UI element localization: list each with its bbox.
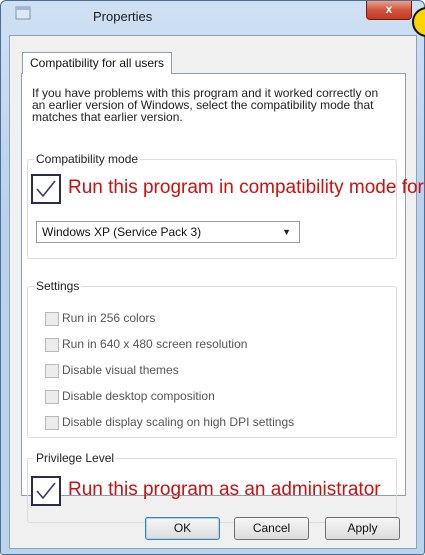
intro-text: If you have problems with this program a… (32, 86, 379, 124)
checkmark-icon (36, 180, 56, 198)
dialog-client: Compatibility for all users If you have … (9, 35, 425, 549)
compatibility-mode-group: Compatibility mode Run this program in c… (27, 152, 425, 259)
apply-button[interactable]: Apply (325, 517, 400, 540)
cancel-button[interactable]: Cancel (234, 517, 309, 540)
checkbox[interactable] (45, 312, 59, 326)
ok-button[interactable]: OK (145, 517, 220, 540)
run-as-admin-label[interactable]: Run this program as an administrator (68, 479, 381, 501)
compatibility-mode-label: Compatibility mode (34, 152, 141, 166)
privilege-level-group: Privilege Level Run this program as an a… (27, 451, 397, 523)
os-version-dropdown[interactable]: Windows XP (Service Pack 3) ▼ (36, 221, 300, 243)
privilege-level-label: Privilege Level (34, 451, 117, 465)
tab-panel: If you have problems with this program a… (21, 73, 425, 523)
checkbox[interactable] (45, 338, 59, 352)
window-title: Properties (93, 9, 153, 24)
option-label: Run in 640 x 480 screen resolution (62, 337, 248, 351)
tab-compatibility-all-users[interactable]: Compatibility for all users (22, 52, 173, 74)
option-label: Disable desktop composition (62, 389, 215, 403)
option-label: Run in 256 colors (62, 311, 156, 325)
compatibility-mode-checkbox[interactable] (31, 174, 61, 204)
run-as-admin-checkbox[interactable] (31, 476, 61, 506)
compatibility-mode-checkbox-label[interactable]: Run this program in compatibility mode f… (68, 177, 425, 199)
checkmark-icon (36, 482, 56, 500)
settings-group: Settings Run in 256 colors Run in 640 x … (27, 279, 397, 438)
settings-label: Settings (34, 279, 82, 293)
checkbox[interactable] (45, 390, 59, 404)
title-bar[interactable]: Properties x (1, 1, 424, 37)
os-version-selected: Windows XP (Service Pack 3) (42, 225, 202, 239)
chevron-down-icon: ▼ (282, 227, 291, 237)
option-label: Disable display scaling on high DPI sett… (62, 415, 295, 429)
checkbox[interactable] (45, 416, 59, 430)
option-label: Disable visual themes (62, 363, 179, 377)
close-button[interactable]: x (366, 1, 412, 20)
app-icon (15, 6, 31, 20)
checkbox[interactable] (45, 364, 59, 378)
properties-window: Properties x Compatibility for all users… (0, 0, 425, 555)
